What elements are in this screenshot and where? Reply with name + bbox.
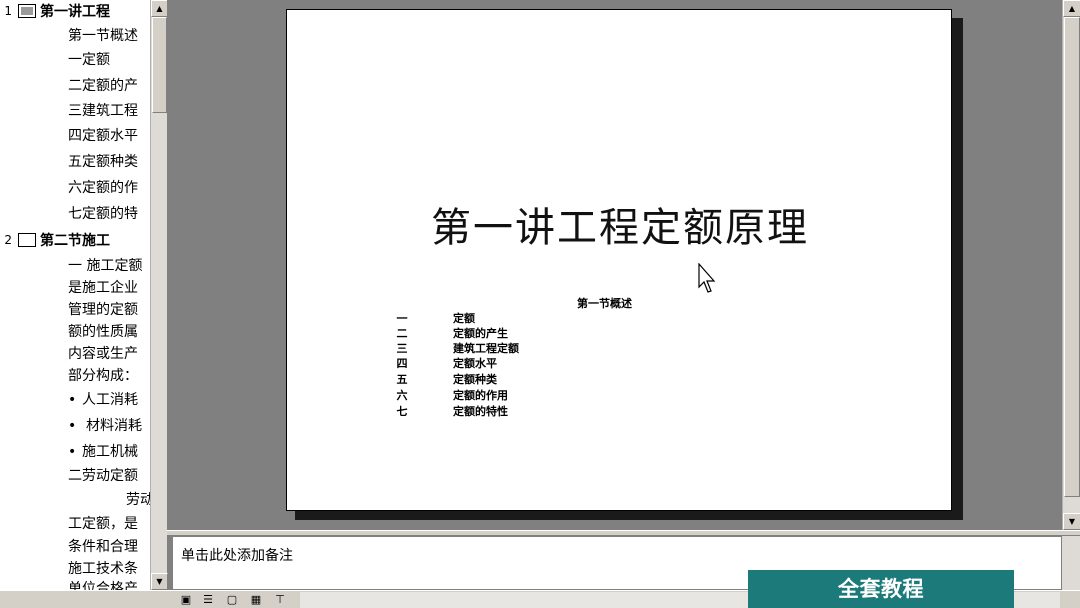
slide-canvas[interactable]: 第一讲工程定额原理 第一节概述 一 定额 二 定额的产生 三 建筑工程定额 四 … (286, 9, 952, 511)
outline-line[interactable]: 二定额的产 (68, 74, 138, 98)
slide-number: 1 (4, 4, 12, 18)
outline-line[interactable]: 人工消耗 (82, 388, 138, 412)
outline-line[interactable]: 是施工企业 (68, 276, 138, 300)
outline-slide-1[interactable]: 1 第一讲工程 (0, 0, 110, 22)
scroll-up-icon[interactable]: ▲ (1063, 0, 1080, 17)
outline-slide-title: 第二节施工 (40, 233, 110, 249)
outline-line[interactable]: 额的性质属 (68, 320, 138, 344)
outline-line[interactable]: 施工机械 (82, 440, 138, 464)
outline-slide-title: 第一讲工程 (40, 4, 110, 20)
outline-line[interactable]: 条件和合理 (68, 535, 138, 559)
slide-scrollbar[interactable]: ▲ ▼ (1062, 0, 1080, 530)
outline-view-icon[interactable]: ☰ (198, 592, 218, 608)
toc-item[interactable]: 定额的产生 (453, 325, 508, 341)
bullet-dot: • (68, 418, 77, 434)
outline-line[interactable]: 四定额水平 (68, 124, 138, 148)
slide-icon (18, 4, 36, 18)
outline-line[interactable]: 劳动 (126, 488, 150, 512)
notes-placeholder[interactable]: 单击此处添加备注 (181, 545, 293, 565)
toc-number: 七 (396, 405, 408, 418)
outline-line[interactable]: 一定额 (68, 48, 110, 72)
toc-number: 六 (396, 389, 408, 402)
outline-line[interactable]: 工定额，是 (68, 512, 138, 536)
toc-item[interactable]: 定额的特性 (453, 403, 508, 419)
outline-slide-2[interactable]: 2 第二节施工 (0, 229, 110, 251)
outline-line[interactable]: 七定额的特 (68, 202, 138, 226)
toc-item[interactable]: 定额 (453, 310, 475, 326)
outline-line[interactable]: 三建筑工程 (68, 99, 138, 123)
outline-line[interactable]: 内容或生产 (68, 342, 138, 366)
watermark-banner: 全套教程QQ1529020525 (748, 570, 1014, 608)
outline-line[interactable]: 第一节概述 (68, 24, 138, 48)
bullet-dot: • (68, 392, 77, 408)
toc-number: 二 (396, 327, 408, 340)
toc-item[interactable]: 定额水平 (453, 355, 497, 371)
normal-view-icon[interactable]: ▣ (176, 592, 196, 608)
slide-icon (18, 233, 36, 247)
scroll-down-icon[interactable]: ▼ (1063, 513, 1080, 530)
outline-line[interactable]: 管理的定额 (68, 298, 138, 322)
outline-line[interactable]: 单位合格产 (68, 577, 138, 590)
toc-number: 四 (396, 357, 408, 370)
toc-number: 三 (396, 342, 408, 355)
outline-line[interactable]: 五定额种类 (68, 150, 138, 174)
notes-scrollbar[interactable] (1062, 536, 1080, 590)
outline-line[interactable]: 二劳动定额 (68, 464, 138, 488)
outline-line[interactable]: 部分构成： (68, 364, 138, 388)
slide-sorter-icon[interactable]: ▦ (246, 592, 266, 608)
slide-title[interactable]: 第一讲工程定额原理 (287, 195, 953, 253)
slide-show-icon[interactable]: ⊤ (270, 592, 290, 608)
scroll-thumb[interactable] (152, 17, 167, 113)
scroll-down-icon[interactable]: ▼ (151, 573, 168, 590)
toc-item[interactable]: 定额的作用 (453, 387, 508, 403)
mouse-cursor-icon (698, 263, 716, 293)
slide-view-icon[interactable]: ▢ (222, 592, 242, 608)
toc-item[interactable]: 定额种类 (453, 371, 497, 387)
slide-number: 2 (4, 233, 12, 247)
toc-number: 一 (396, 312, 408, 325)
outline-pane[interactable]: 1 第一讲工程 第一节概述 一定额 二定额的产 三建筑工程 四定额水平 五定额种… (0, 0, 150, 590)
toc-number: 五 (396, 373, 408, 386)
bullet-dot: • (68, 444, 77, 460)
scroll-up-icon[interactable]: ▲ (151, 0, 168, 17)
section-heading[interactable]: 第一节概述 (577, 295, 632, 311)
outline-scrollbar[interactable]: ▲ ▼ (150, 0, 168, 590)
outline-line[interactable]: 六定额的作 (68, 176, 138, 200)
outline-line[interactable]: 材料消耗 (86, 414, 142, 438)
outline-line[interactable]: 一 施工定额 (68, 254, 142, 278)
scroll-thumb[interactable] (1064, 17, 1080, 497)
toc-item[interactable]: 建筑工程定额 (453, 340, 519, 356)
